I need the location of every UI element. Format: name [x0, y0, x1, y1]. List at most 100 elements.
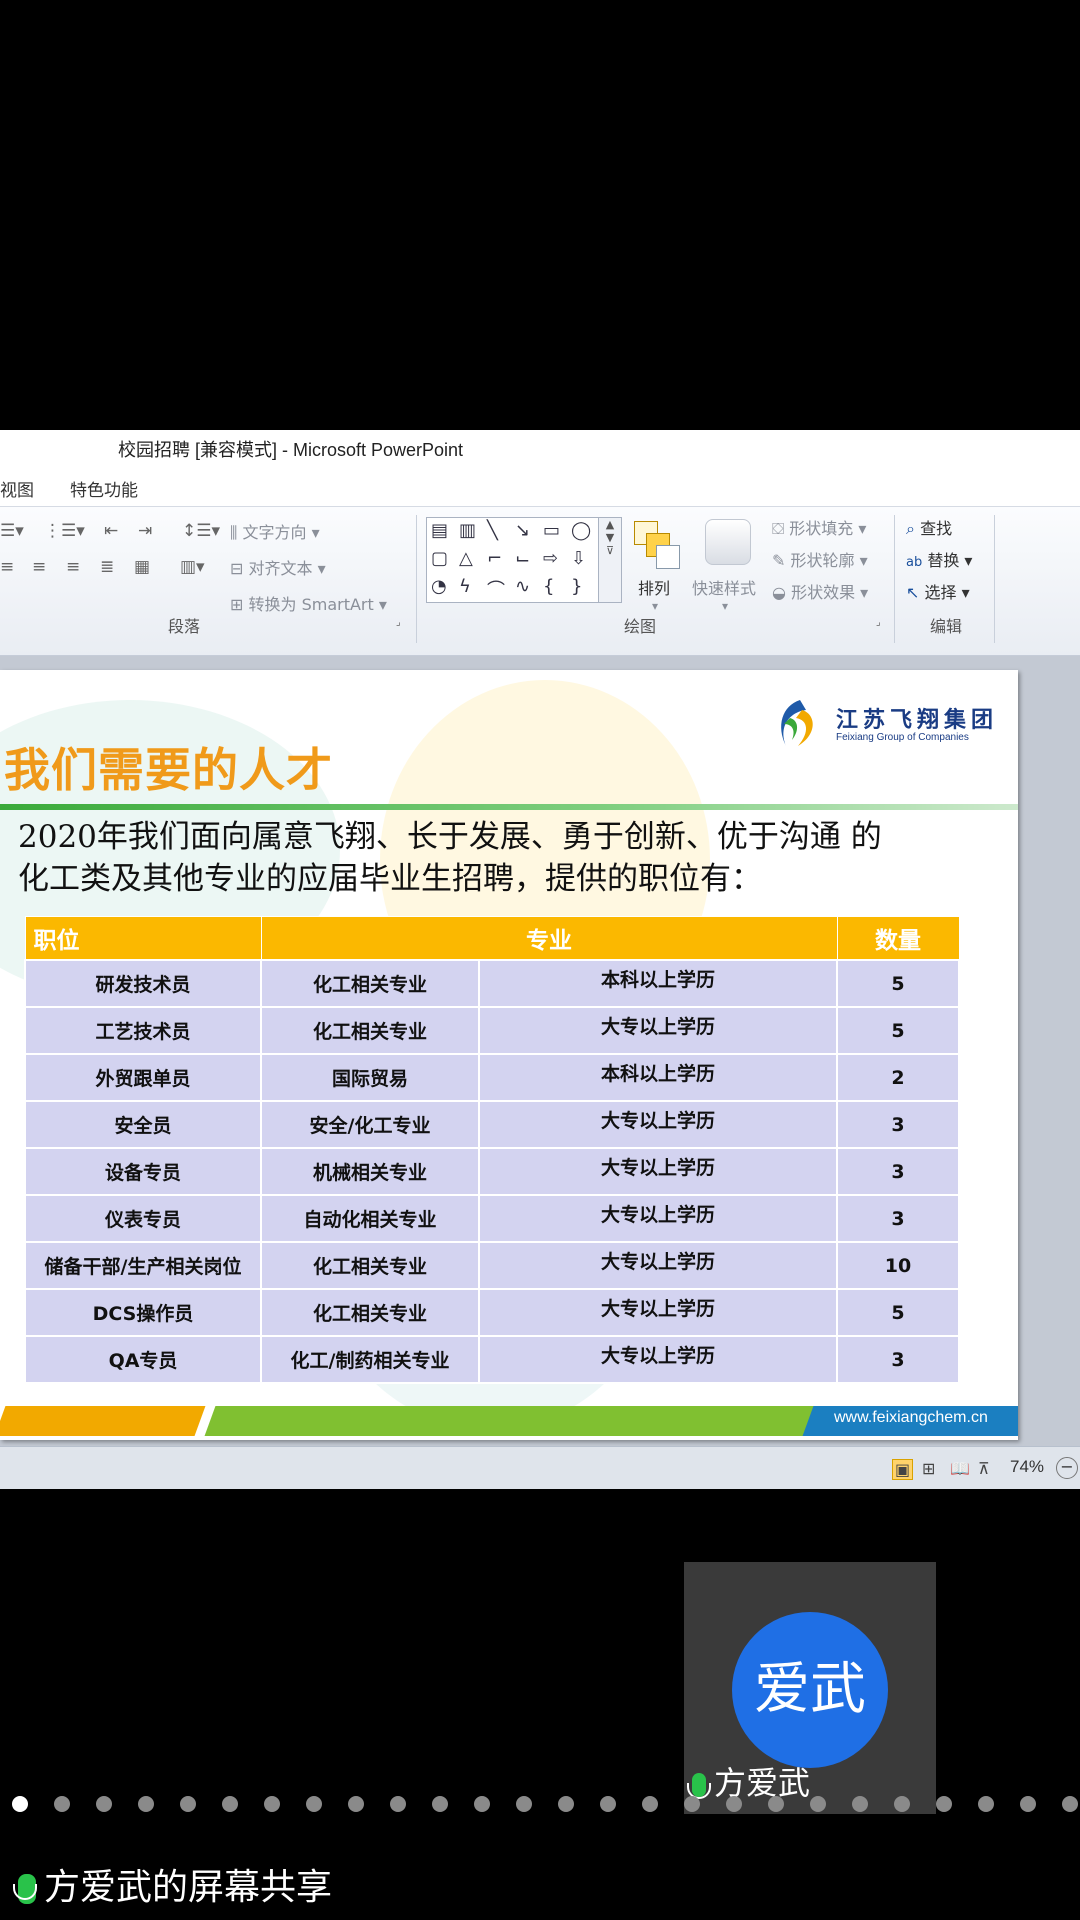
bullets-icon[interactable]: ☰▾	[0, 521, 24, 541]
quick-styles-dropdown-icon[interactable]: ▾	[722, 599, 728, 613]
page-dot[interactable]	[222, 1796, 238, 1812]
major-cell: 国际贸易	[260, 1053, 480, 1102]
page-dot[interactable]	[600, 1796, 616, 1812]
align-right-icon[interactable]: ≡	[66, 557, 80, 577]
page-dot[interactable]	[768, 1796, 784, 1812]
major-cell: 安全/化工专业	[260, 1100, 480, 1149]
distributed-icon[interactable]: ▦	[134, 557, 150, 577]
quick-styles-icon[interactable]	[705, 519, 751, 565]
reading-view-icon[interactable]: 📖	[950, 1459, 970, 1478]
page-dot[interactable]	[348, 1796, 364, 1812]
page-dot[interactable]	[852, 1796, 868, 1812]
page-dot[interactable]	[54, 1796, 70, 1812]
right-brace-shape-icon[interactable]: }	[571, 576, 582, 597]
intro-line: 2020年我们面向属意飞翔、长于发展、勇于创新、优于沟通 的	[18, 819, 882, 855]
paragraph-dialog-launcher-icon[interactable]: ⌟	[396, 617, 401, 628]
rectangle-shape-icon[interactable]: ▭	[543, 520, 560, 541]
rounded-rect-shape-icon[interactable]: ▢	[431, 548, 448, 569]
normal-view-icon[interactable]: ▣	[892, 1459, 914, 1480]
page-dot[interactable]	[1020, 1796, 1036, 1812]
textbox-shape-icon[interactable]: ▤	[431, 520, 448, 541]
oval-shape-icon[interactable]: ◯	[571, 520, 591, 541]
page-dot[interactable]	[978, 1796, 994, 1812]
menu-view[interactable]: 视图	[0, 476, 34, 501]
position-cell: 设备专员	[24, 1147, 262, 1196]
shape-outline-button[interactable]: ✎ 形状轮廓 ▾	[772, 547, 868, 571]
find-button[interactable]: ⌕ 查找	[906, 515, 952, 539]
shapes-gallery[interactable]: ▤ ▥ ╲ ↘ ▭ ◯ ▢ △ ⌐ ⌙ ⇨ ⇩ ◔ ϟ ⌒ ∿ { }	[426, 517, 600, 603]
page-dot[interactable]	[516, 1796, 532, 1812]
arrow-line-shape-icon[interactable]: ↘	[515, 520, 530, 541]
count-cell: 3	[836, 1147, 960, 1196]
increase-indent-icon[interactable]: ⇥	[138, 521, 152, 541]
align-left-icon[interactable]: ≡	[0, 557, 14, 577]
shape-fill-button[interactable]: ⛋ 形状填充 ▾	[772, 515, 866, 539]
table-row: 设备专员 机械相关专业 大专以上学历 3	[24, 1147, 960, 1196]
participant-tile[interactable]: 爱武 方爱武	[684, 1562, 936, 1814]
slide[interactable]: 我们需要的人才 江苏飞翔集团 Feixiang Group of Compani…	[0, 670, 1018, 1440]
flowchart-shape-icon[interactable]: ◔	[431, 576, 447, 597]
right-arrow-shape-icon[interactable]: ⇨	[543, 548, 558, 569]
arrange-icon[interactable]	[634, 521, 680, 569]
page-dot[interactable]	[684, 1796, 700, 1812]
page-dot[interactable]	[264, 1796, 280, 1812]
line-shape-icon[interactable]: ╲	[487, 520, 498, 541]
convert-smartart-button[interactable]: ⊞ 转换为 SmartArt ▾	[230, 591, 387, 615]
slide-sorter-icon[interactable]: ⊞	[922, 1459, 935, 1478]
position-cell: QA专员	[24, 1335, 262, 1384]
numbering-icon[interactable]: ⋮☰▾	[44, 521, 85, 541]
align-center-icon[interactable]: ≡	[32, 557, 46, 577]
elbow-arrow-shape-icon[interactable]: ⌙	[515, 548, 530, 569]
arc-shape-icon[interactable]: ⌒	[487, 576, 505, 602]
page-dot[interactable]	[726, 1796, 742, 1812]
gallery-scroll[interactable]: ▲ ▼ ⊽	[598, 517, 622, 603]
page-dot[interactable]	[894, 1796, 910, 1812]
slideshow-icon[interactable]: ⊼	[978, 1459, 990, 1478]
page-dot[interactable]	[936, 1796, 952, 1812]
table-row: 工艺技术员 化工相关专业 大专以上学历 5	[24, 1006, 960, 1055]
count-cell: 5	[836, 1006, 960, 1055]
quick-styles-button[interactable]: 快速样式	[692, 575, 756, 599]
page-dot[interactable]	[1062, 1796, 1078, 1812]
table-row: 储备干部/生产相关岗位 化工相关专业 大专以上学历 10	[24, 1241, 960, 1290]
columns-icon[interactable]: ▥▾	[180, 557, 205, 577]
down-arrow-shape-icon[interactable]: ⇩	[571, 548, 586, 569]
page-dot[interactable]	[96, 1796, 112, 1812]
line-spacing-icon[interactable]: ↕☰▾	[182, 521, 220, 541]
page-dot[interactable]	[558, 1796, 574, 1812]
page-dot[interactable]	[390, 1796, 406, 1812]
justify-icon[interactable]: ≣	[100, 557, 114, 577]
major-cell: 化工相关专业	[260, 1288, 480, 1337]
vertical-textbox-shape-icon[interactable]: ▥	[459, 520, 476, 541]
curve-shape-icon[interactable]: ∿	[515, 576, 530, 597]
text-direction-button[interactable]: ⫼ 文字方向 ▾	[230, 519, 320, 543]
menu-bar: 视图 特色功能	[0, 466, 1080, 507]
page-dot[interactable]	[180, 1796, 196, 1812]
page-dot[interactable]	[474, 1796, 490, 1812]
page-dot[interactable]	[642, 1796, 658, 1812]
left-brace-shape-icon[interactable]: {	[543, 576, 554, 597]
zoom-out-icon[interactable]: −	[1056, 1457, 1078, 1479]
binoculars-icon: ⌕	[906, 519, 915, 538]
decrease-indent-icon[interactable]: ⇤	[104, 521, 118, 541]
lightning-shape-icon[interactable]: ϟ	[459, 576, 471, 597]
zoom-level[interactable]: 74%	[1010, 1457, 1044, 1477]
select-button[interactable]: ↖ 选择 ▾	[906, 579, 970, 603]
page-dot[interactable]	[432, 1796, 448, 1812]
header-major: 专业	[260, 916, 838, 961]
page-dot[interactable]	[138, 1796, 154, 1812]
page-dot[interactable]	[810, 1796, 826, 1812]
count-cell: 3	[836, 1194, 960, 1243]
align-text-button[interactable]: ⊟ 对齐文本 ▾	[230, 555, 326, 579]
elbow-connector-shape-icon[interactable]: ⌐	[487, 548, 502, 569]
shape-effects-button[interactable]: ◒ 形状效果 ▾	[772, 579, 868, 603]
page-dot[interactable]	[306, 1796, 322, 1812]
replace-button[interactable]: ab 替换 ▾	[906, 547, 972, 571]
page-dot[interactable]	[12, 1796, 28, 1812]
education-cell: 本科以上学历	[478, 1053, 838, 1102]
arrange-button[interactable]: 排列	[638, 575, 670, 599]
drawing-dialog-launcher-icon[interactable]: ⌟	[876, 617, 881, 628]
menu-special-features[interactable]: 特色功能	[70, 476, 138, 501]
triangle-shape-icon[interactable]: △	[459, 548, 473, 569]
arrange-dropdown-icon[interactable]: ▾	[652, 599, 658, 613]
